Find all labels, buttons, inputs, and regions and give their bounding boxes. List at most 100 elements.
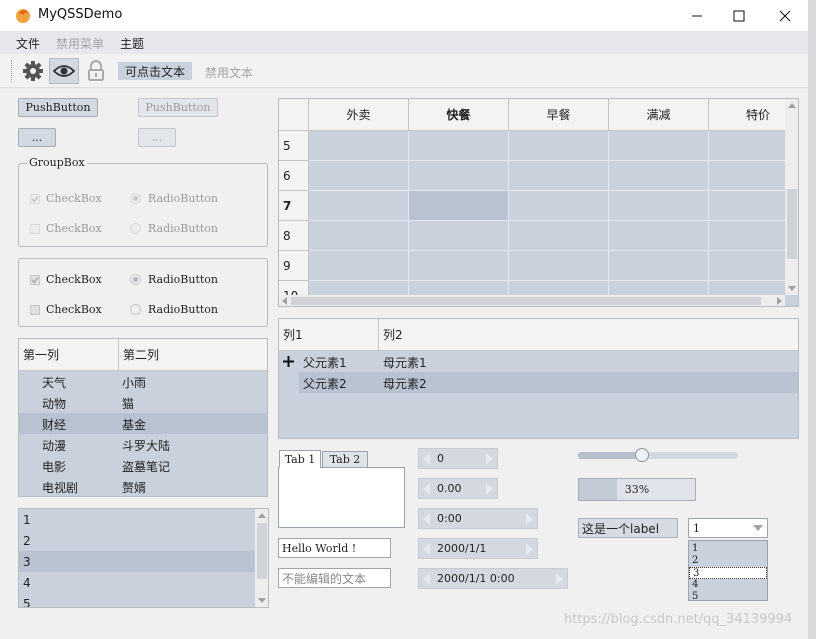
list-item[interactable]: 2 [19, 530, 255, 551]
list-item[interactable]: 4 [19, 572, 255, 593]
table-corner[interactable] [279, 99, 309, 131]
increment-icon[interactable] [556, 573, 563, 585]
increment-icon[interactable] [486, 483, 493, 495]
tree-row[interactable]: 财经 基金 [19, 413, 267, 434]
decrement-icon[interactable] [423, 453, 430, 465]
list-scrollbar[interactable] [255, 509, 268, 607]
tree-row[interactable]: 电影 盗墓笔记 [19, 455, 267, 476]
table-horizontal-scrollbar[interactable] [279, 295, 785, 306]
table-cell[interactable] [509, 161, 609, 191]
table-vertical-scrollbar[interactable] [785, 99, 798, 295]
chevron-down-icon[interactable] [753, 525, 763, 532]
table-cell[interactable] [309, 191, 409, 221]
table-cell[interactable] [609, 221, 709, 251]
tree-row[interactable]: 天气 小雨 [19, 371, 267, 392]
table-column-header[interactable]: 满减 [609, 99, 709, 131]
column-header-2[interactable]: 第二列 [119, 339, 267, 371]
tree-widget-categories[interactable]: 第一列 第二列 天气 小雨 动物 猫 财经 基金 动漫 斗罗大陆 电影 盗墓笔记… [18, 338, 268, 497]
tree-row-2[interactable]: 父元素2 母元素2 [299, 372, 798, 393]
table-column-header[interactable]: 早餐 [509, 99, 609, 131]
table-cell[interactable] [509, 221, 609, 251]
table-column-header[interactable]: 外卖 [309, 99, 409, 131]
expand-plus-icon[interactable] [283, 356, 294, 367]
list-item[interactable]: 3 [19, 551, 255, 572]
radio-checked[interactable]: RadioButton [130, 273, 218, 286]
tab-2[interactable]: Tab 2 [322, 451, 368, 468]
table-cell[interactable] [409, 221, 509, 251]
text-input[interactable]: Hello World ! [278, 538, 391, 558]
scrollbar-handle[interactable] [257, 523, 267, 579]
table-cell[interactable] [409, 251, 509, 281]
tree-row[interactable]: 动物 猫 [19, 392, 267, 413]
increment-icon[interactable] [526, 513, 533, 525]
combo-box[interactable]: 1 [688, 518, 768, 538]
list-item[interactable]: 5 [19, 593, 255, 608]
increment-icon[interactable] [486, 453, 493, 465]
list-item[interactable]: 1 [19, 509, 255, 530]
tree-row-1[interactable]: 父元素1 母元素1 [279, 351, 798, 372]
table-cell[interactable] [509, 191, 609, 221]
clickable-text-button[interactable]: 可点击文本 [118, 62, 193, 80]
tree-header-1[interactable]: 列1 [279, 319, 379, 351]
close-button[interactable] [762, 0, 808, 31]
datetime-edit[interactable]: 2000/1/1 0:00 [418, 568, 568, 589]
combo-option[interactable]: 1 [689, 543, 767, 555]
slider-groove[interactable] [578, 448, 738, 462]
table-cell[interactable] [409, 161, 509, 191]
table-row-header[interactable]: 7 [279, 191, 309, 221]
int-spinbox[interactable]: 0 [418, 448, 498, 469]
table-cell[interactable] [609, 161, 709, 191]
tree-row[interactable]: 电视剧 赘婿 [19, 476, 267, 496]
table-cell[interactable] [509, 131, 609, 161]
combo-option[interactable]: 3 [689, 567, 767, 579]
checkbox-checked[interactable]: CheckBox [30, 273, 102, 286]
scrollbar-handle[interactable] [787, 189, 797, 259]
table-row-header[interactable]: 8 [279, 221, 309, 251]
combo-option[interactable]: 5 [689, 591, 767, 603]
table-row-header[interactable]: 9 [279, 251, 309, 281]
table-cell[interactable] [309, 161, 409, 191]
increment-icon[interactable] [526, 543, 533, 555]
combo-popup[interactable]: 12345 [688, 540, 768, 603]
tree-header-2[interactable]: 列2 [379, 319, 798, 351]
table-cell[interactable] [609, 131, 709, 161]
table-cell[interactable] [409, 131, 509, 161]
table-row-header[interactable]: 6 [279, 161, 309, 191]
decrement-icon[interactable] [423, 483, 430, 495]
tool-button[interactable]: ... [18, 128, 56, 147]
table-cell[interactable] [609, 191, 709, 221]
table-cell[interactable] [309, 251, 409, 281]
table-column-header[interactable]: 快餐 [409, 99, 509, 131]
list-widget[interactable]: 12345 [18, 508, 269, 608]
checkbox-unchecked[interactable]: CheckBox [30, 303, 102, 316]
maximize-button[interactable] [716, 0, 762, 31]
time-edit[interactable]: 0:00 [418, 508, 538, 529]
tab-1[interactable]: Tab 1 [279, 450, 321, 468]
slider-handle[interactable] [635, 448, 649, 462]
table-cell[interactable] [309, 221, 409, 251]
date-edit[interactable]: 2000/1/1 [418, 538, 538, 559]
table-cell[interactable] [409, 191, 509, 221]
decrement-icon[interactable] [423, 543, 430, 555]
tree-row[interactable]: 动漫 斗罗大陆 [19, 434, 267, 455]
view-button[interactable] [49, 58, 79, 84]
double-spinbox[interactable]: 0.00 [418, 478, 498, 499]
scrollbar-handle[interactable] [291, 297, 761, 305]
combo-option[interactable]: 2 [689, 555, 767, 567]
toolbar-handle[interactable] [11, 60, 13, 82]
table-cell[interactable] [509, 251, 609, 281]
menu-file[interactable]: 文件 [16, 35, 40, 52]
decrement-icon[interactable] [423, 573, 430, 585]
push-button[interactable]: PushButton [18, 98, 98, 117]
minimize-button[interactable] [674, 0, 720, 31]
combo-option[interactable]: 4 [689, 579, 767, 591]
settings-button[interactable] [19, 58, 47, 84]
decrement-icon[interactable] [423, 513, 430, 525]
table-cell[interactable] [609, 251, 709, 281]
table-cell[interactable] [309, 131, 409, 161]
radio-unchecked[interactable]: RadioButton [130, 303, 218, 316]
table-row-header[interactable]: 5 [279, 131, 309, 161]
column-header-1[interactable]: 第一列 [19, 339, 119, 371]
menu-theme[interactable]: 主题 [120, 35, 144, 52]
table-widget[interactable]: 外卖快餐早餐满减特价 5678910 [278, 98, 799, 307]
